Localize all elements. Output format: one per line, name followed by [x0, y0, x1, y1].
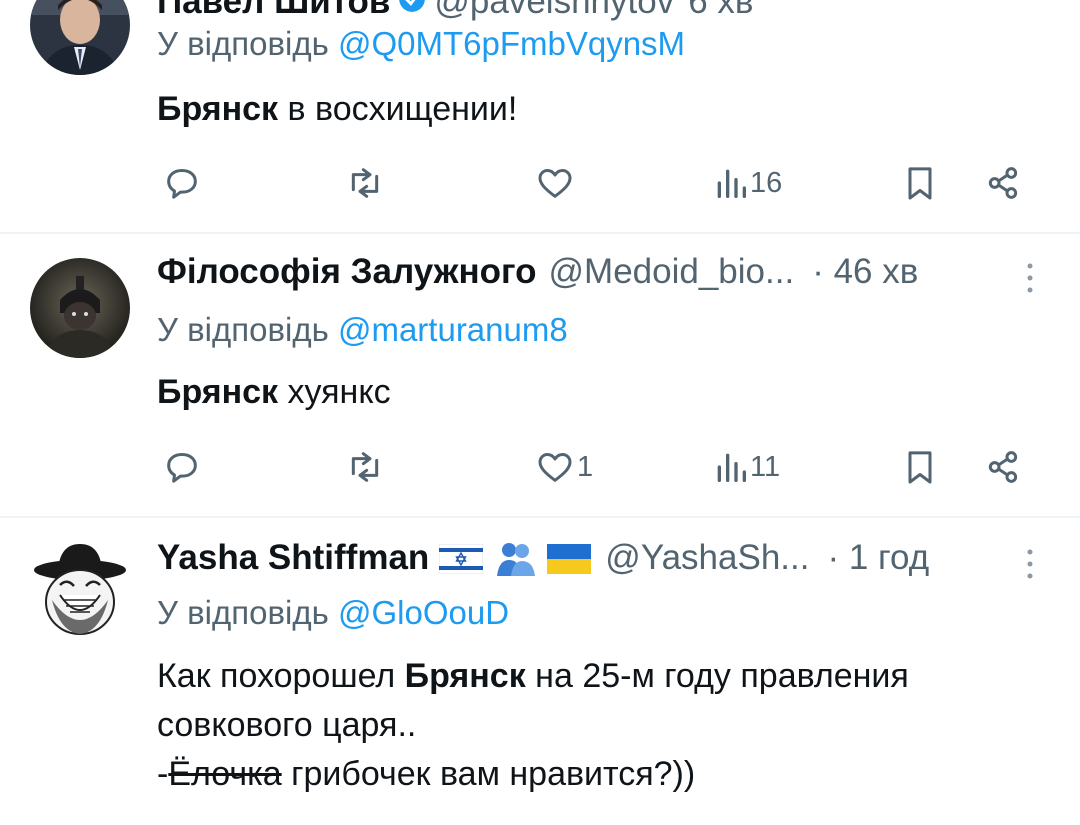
- avatar[interactable]: [30, 0, 130, 75]
- ukraine-flag-icon: [547, 543, 592, 574]
- more-icon: [1027, 549, 1033, 579]
- handle[interactable]: @YashaSh...: [605, 538, 809, 578]
- reply-icon: [167, 453, 197, 483]
- dash-prefix: -: [157, 755, 169, 793]
- tweet-text: Как похорошел Брянск на 25-м году правле…: [157, 652, 909, 799]
- views-icon: [717, 453, 746, 482]
- retweet-icon: [351, 452, 379, 482]
- tweet-text: Брянск хуянкс: [157, 368, 391, 417]
- tweet-header: Павел Шитов @pavelshnytov 6 хв: [157, 0, 754, 22]
- share-icon: [988, 167, 1018, 199]
- more-button[interactable]: [1020, 544, 1040, 584]
- share-icon: [988, 451, 1018, 483]
- like-count: 1: [577, 450, 594, 483]
- replying-to: У відповідь @Q0MT6pFmbVqynsM: [157, 25, 685, 63]
- views-count: 16: [750, 166, 783, 199]
- bookmark-icon: [908, 167, 932, 200]
- bookmark-icon: [908, 451, 932, 484]
- replying-label: У відповідь: [157, 311, 329, 348]
- israel-flag-icon: [438, 543, 484, 575]
- timestamp[interactable]: · 1 год: [827, 538, 929, 578]
- reply-mention-link[interactable]: @Q0MT6pFmbVqynsM: [338, 25, 685, 62]
- people-hugging-icon: [493, 538, 537, 578]
- text-rest: хуянкс: [278, 373, 391, 411]
- bookmark-button[interactable]: [900, 158, 940, 208]
- more-button[interactable]: [1020, 258, 1040, 298]
- replying-to: У відповідь @marturanum8: [157, 311, 568, 349]
- action-bar: 1 11: [157, 442, 1037, 492]
- views-icon: [717, 169, 746, 198]
- handle[interactable]: @pavelshnytov: [434, 0, 674, 22]
- share-button[interactable]: [983, 442, 1023, 492]
- bookmark-button[interactable]: [900, 442, 940, 492]
- text-part: на 25-м году правления: [525, 657, 909, 695]
- views-count: 11: [750, 450, 781, 483]
- like-button[interactable]: 1: [535, 442, 593, 492]
- tweet-text: Брянск в восхищении!: [157, 85, 517, 134]
- bold-word: Брянск: [157, 90, 279, 128]
- reply-mention-link[interactable]: @marturanum8: [338, 311, 568, 348]
- bold-word: Брянск: [157, 373, 279, 411]
- text-part: Как похорошел: [157, 657, 405, 695]
- reply-button[interactable]: [162, 442, 202, 492]
- timestamp[interactable]: 6 хв: [688, 0, 753, 22]
- text-line-1: Как похорошел Брянск на 25-м году правле…: [157, 652, 909, 701]
- strikethrough-word: Ёлочка: [168, 755, 282, 793]
- text-line-2: совкового царя..: [157, 706, 417, 744]
- share-button[interactable]: [983, 158, 1023, 208]
- like-icon: [538, 169, 572, 198]
- reply-icon: [167, 169, 197, 199]
- replying-label: У відповідь: [157, 594, 329, 631]
- tweet-2[interactable]: Філософія Залужного @Medoid_bio... · 46 …: [0, 234, 1080, 516]
- text-line-3: -Ёлочка грибочек вам нравится?)): [157, 750, 909, 799]
- tweet-header: Філософія Залужного @Medoid_bio... · 46 …: [157, 252, 918, 292]
- tweet-1[interactable]: Павел Шитов @pavelshnytov 6 хв У відпові…: [0, 0, 1080, 230]
- reply-mention-link[interactable]: @GloOouD: [338, 594, 509, 631]
- display-name[interactable]: Павел Шитов: [157, 0, 390, 22]
- replying-to: У відповідь @GloOouD: [157, 594, 509, 632]
- avatar[interactable]: [30, 258, 130, 358]
- text-part: грибочек вам нравится?)): [281, 755, 696, 793]
- views-button[interactable]: 16: [714, 158, 782, 208]
- handle[interactable]: @Medoid_bio...: [549, 252, 795, 292]
- bold-word: Брянск: [404, 657, 526, 695]
- text-rest: в восхищении!: [278, 90, 518, 128]
- replying-label: У відповідь: [157, 25, 329, 62]
- retweet-icon: [351, 168, 379, 198]
- display-name[interactable]: Yasha Shtiffman: [157, 538, 429, 578]
- like-button[interactable]: [535, 158, 575, 208]
- reply-button[interactable]: [162, 158, 202, 208]
- views-button[interactable]: 11: [714, 442, 780, 492]
- retweet-button[interactable]: [345, 442, 385, 492]
- tweet-header: Yasha Shtiffman @YashaSh... · 1 год: [157, 538, 929, 578]
- action-bar: 16: [157, 158, 1037, 208]
- avatar[interactable]: [30, 540, 130, 640]
- tweet-3[interactable]: Yasha Shtiffman @YashaSh... · 1 год У ві…: [0, 518, 1080, 825]
- retweet-button[interactable]: [345, 158, 385, 208]
- timestamp[interactable]: · 46 хв: [812, 252, 918, 292]
- like-icon: [538, 453, 572, 482]
- verified-badge-icon: [398, 0, 426, 22]
- display-name[interactable]: Філософія Залужного: [157, 252, 537, 292]
- more-icon: [1027, 263, 1033, 293]
